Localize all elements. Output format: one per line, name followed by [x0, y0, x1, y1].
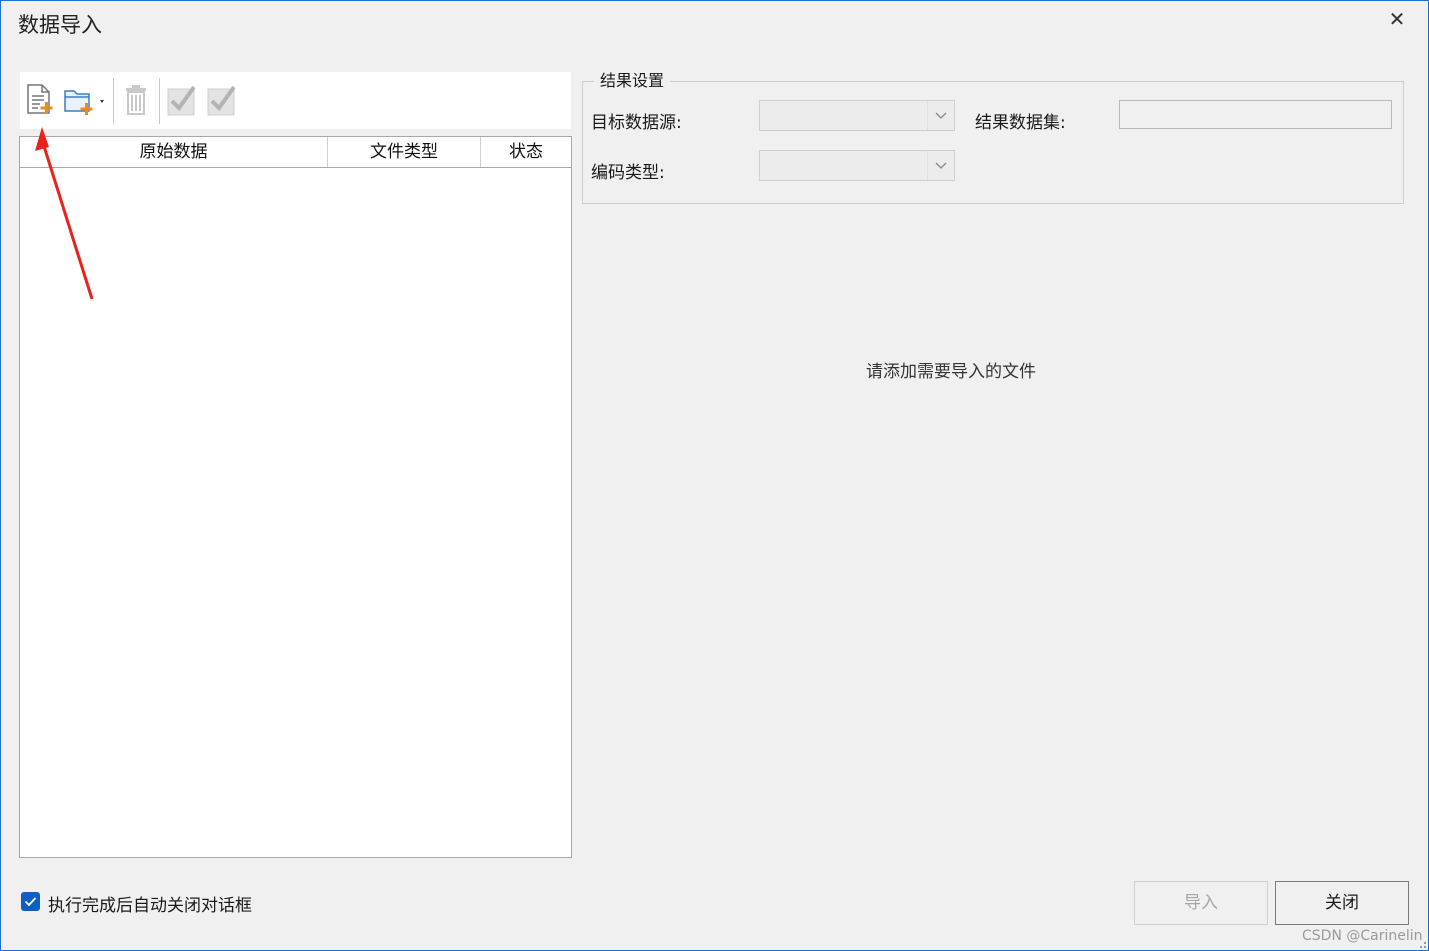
- column-header-status[interactable]: 状态: [481, 137, 571, 167]
- checkmark-icon: [24, 897, 37, 907]
- target-datasource-label: 目标数据源:: [591, 113, 682, 133]
- folder-add-icon: [64, 90, 104, 115]
- check-icon: [207, 85, 236, 116]
- add-folder-button[interactable]: [62, 83, 108, 117]
- result-dataset-input[interactable]: [1119, 100, 1392, 129]
- result-settings-title: 结果设置: [594, 67, 671, 91]
- toolbar-separator: [159, 78, 160, 124]
- close-button[interactable]: 关闭: [1275, 881, 1409, 925]
- empty-hint: 请添加需要导入的文件: [866, 362, 1036, 382]
- trash-icon: [126, 85, 146, 115]
- import-button[interactable]: 导入: [1134, 881, 1268, 925]
- target-datasource-select[interactable]: [759, 100, 955, 131]
- column-header-filetype[interactable]: 文件类型: [328, 137, 480, 167]
- auto-close-label[interactable]: 执行完成后自动关闭对话框: [48, 891, 252, 916]
- close-icon[interactable]: ✕: [1385, 7, 1409, 31]
- data-import-dialog: 数据导入 ✕ 原始数据 文件类型 状态 结果设置 目标数据源: 结果数据集: 编…: [0, 0, 1429, 951]
- watermark: CSDN @Carinelin: [1302, 928, 1423, 944]
- chevron-down-icon[interactable]: [927, 101, 954, 130]
- result-dataset-label: 结果数据集:: [975, 113, 1066, 133]
- delete-button[interactable]: [120, 83, 152, 117]
- chevron-down-icon[interactable]: [927, 151, 954, 180]
- resize-grip-icon[interactable]: [1415, 937, 1427, 949]
- add-file-button[interactable]: [24, 83, 56, 117]
- encoding-select[interactable]: [759, 150, 955, 181]
- toolbar-separator: [113, 78, 114, 124]
- check-icon: [167, 85, 196, 116]
- select-all-button[interactable]: [166, 83, 198, 117]
- file-add-icon: [27, 84, 53, 114]
- auto-close-checkbox[interactable]: [21, 892, 40, 911]
- dialog-title: 数据导入: [18, 13, 102, 37]
- invert-select-button[interactable]: [206, 83, 238, 117]
- encoding-label: 编码类型:: [591, 163, 665, 183]
- annotation-arrow: [35, 127, 94, 300]
